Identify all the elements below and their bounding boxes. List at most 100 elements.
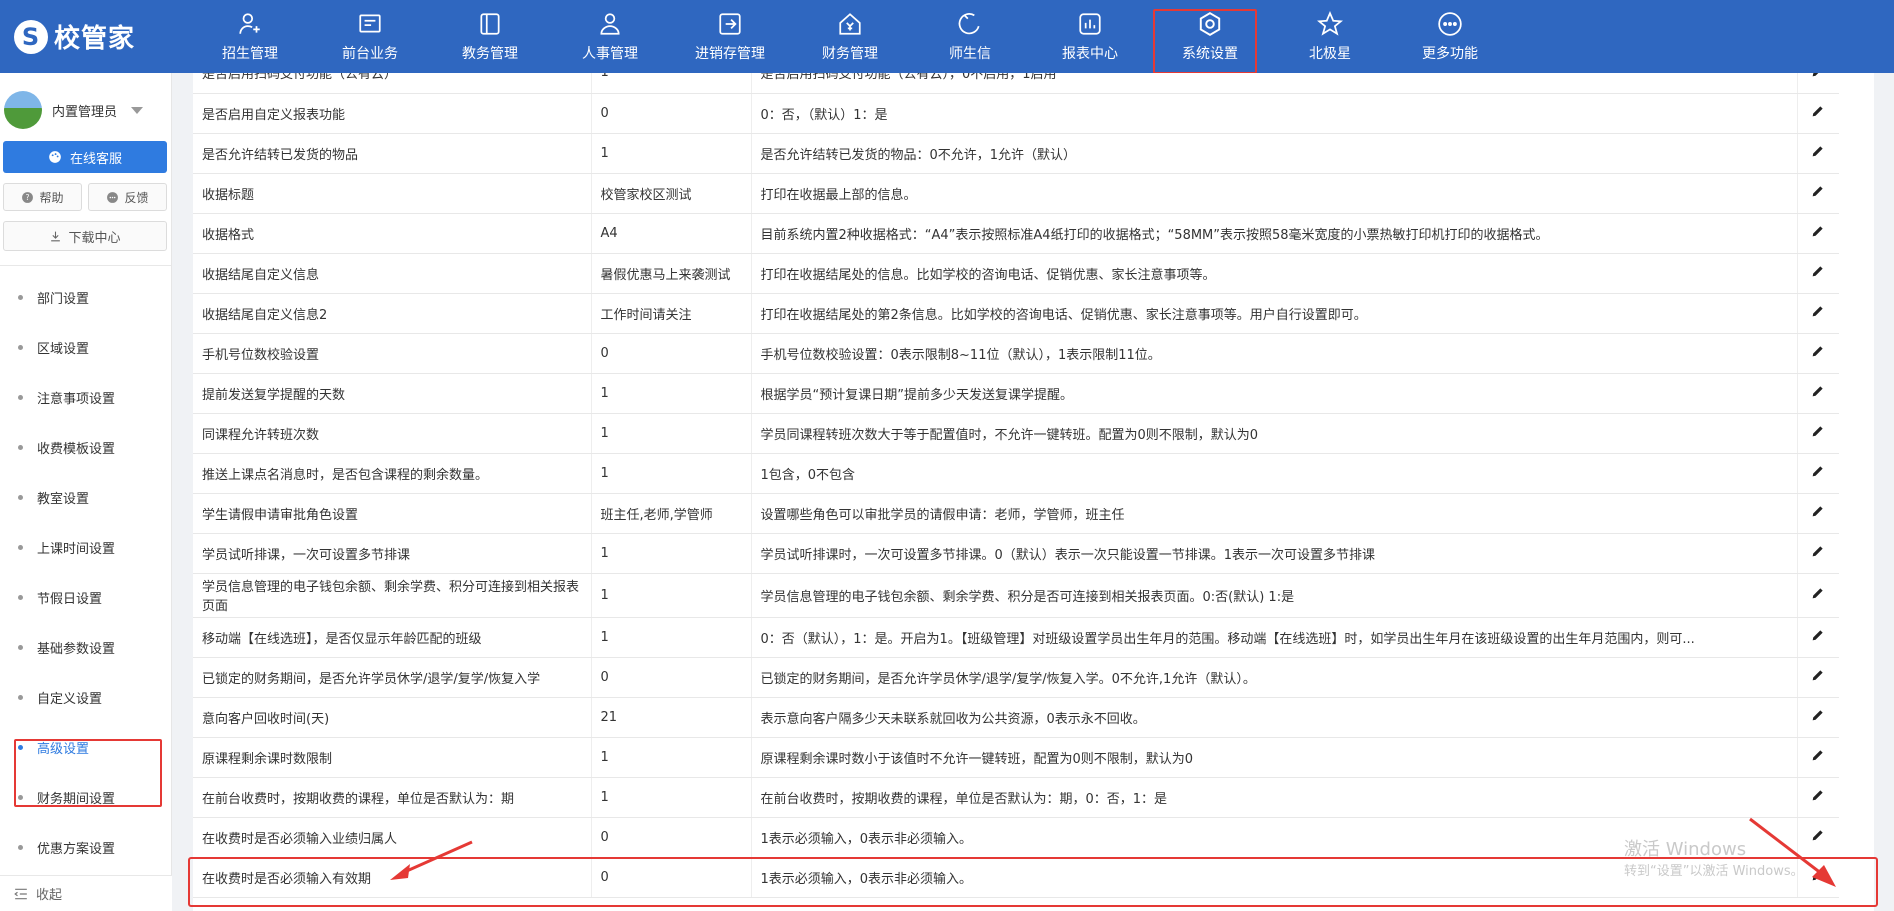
pencil-icon [1813,670,1823,681]
desk-icon [359,13,381,32]
edit-button[interactable] [1797,253,1839,294]
pencil-icon [1813,710,1823,721]
setting-value: 1 [591,737,752,778]
collapse-icon [14,888,27,899]
nav-item-reports[interactable]: 报表中心 [1030,0,1150,73]
pencil-icon [1813,146,1823,157]
sidebar-item-region[interactable]: 区域设置 [0,322,171,372]
setting-description: 在前台收费时，按期收费的课程，单位是否默认为：期，0：否，1：是 [751,777,1798,818]
setting-description: 学员试听排课时，一次可设置多节排课。0（默认）表示一次只能设置一节排课。1表示一… [751,533,1798,574]
edit-button[interactable] [1797,413,1839,454]
edit-button[interactable] [1797,173,1839,214]
setting-value: 0 [591,657,752,698]
nav-label: 师生信 [949,45,991,62]
nav-item-finance[interactable]: 财务管理 [790,0,910,73]
table-row: 同课程允许转班次数 1 学员同课程转班次数大于等于配置值时，不允许一键转班。配置为0… [193,413,1839,454]
edit-button[interactable] [1797,333,1839,374]
sidebar-item-basic-params[interactable]: 基础参数设置 [0,622,171,672]
edit-button[interactable] [1797,573,1839,618]
online-service-button[interactable]: 在线客服 [3,141,167,173]
edit-button[interactable] [1797,213,1839,254]
chevron-down-icon [131,106,144,114]
app-logo[interactable]: S 校管家 [0,0,180,73]
sidebar-item-label: 教室设置 [37,491,90,507]
pencil-icon [1813,306,1823,317]
edit-button[interactable] [1797,73,1839,94]
download-center-button[interactable]: 下载中心 [3,221,167,251]
edit-button[interactable] [1797,697,1839,738]
table-row: 是否启用扫码支付功能（公有云）1是否启用扫码支付功能（公有云），0不启用，1启用 [193,73,1839,94]
pencil-icon [1813,186,1823,197]
edit-button[interactable] [1797,453,1839,494]
setting-name: 是否启用自定义报表功能 [193,93,592,134]
edit-button[interactable] [1797,93,1839,134]
edit-button[interactable] [1797,657,1839,698]
sidebar-item-class-time[interactable]: 上课时间设置 [0,522,171,572]
setting-description: 根据学员“预计复课日期”提前多少天发送复课学提醒。 [751,373,1798,414]
setting-name: 原课程剩余课时数限制 [193,737,592,778]
edit-button[interactable] [1797,533,1839,574]
table-row: 收据结尾自定义信息2 工作时间请关注 打印在收据结尾处的第2条信息。比如学校的咨询电… [193,293,1839,334]
setting-value: 1 [591,573,752,618]
sidebar-item-label: 节假日设置 [37,591,103,607]
pencil-icon [1813,73,1819,76]
feedback-button[interactable]: 反馈 [88,183,167,211]
sidebar-item-label: 自定义设置 [37,691,103,707]
sidebar-item-department[interactable]: 部门设置 [0,272,171,322]
logo-icon: S [14,19,48,54]
setting-description: 是否启用扫码支付功能（公有云），0不启用，1启用 [751,73,1798,94]
edit-button[interactable] [1797,777,1839,818]
pencil-icon [1813,588,1823,599]
nav-item-more[interactable]: 更多功能 [1390,0,1510,73]
edit-button[interactable] [1797,737,1839,778]
setting-name: 学生请假申请审批角色设置 [193,493,592,534]
nav-item-message[interactable]: 师生信 [910,0,1030,73]
more-icon [1438,11,1462,36]
sidebar-item-label: 收费模板设置 [37,441,116,457]
help-button[interactable]: ? 帮助 [3,183,82,211]
nav-item-system-settings[interactable]: 系统设置 [1150,0,1270,74]
setting-name: 提前发送复学提醒的天数 [193,373,592,414]
user-profile[interactable]: 内置管理员 [0,73,171,139]
pencil-icon [1813,546,1823,557]
pencil-icon [1813,266,1823,277]
nav-label: 更多功能 [1422,45,1478,62]
edit-button[interactable] [1797,133,1839,174]
nav-label: 报表中心 [1062,45,1118,62]
top-navigation-bar: S 校管家 招生管理 前台业务 教务管理 人事管理 进销存管理 财务管理 师生信… [0,0,1894,74]
table-row: 学生请假申请审批角色设置 班主任,老师,学管师 设置哪些角色可以审批学员的请假申请：… [193,493,1839,534]
pencil-icon [1813,506,1823,517]
setting-name: 推送上课点名消息时，是否包含课程的剩余数量。 [193,453,592,494]
sidebar-item-classroom[interactable]: 教室设置 [0,472,171,522]
edit-button[interactable] [1797,373,1839,414]
main-nav: 招生管理 前台业务 教务管理 人事管理 进销存管理 财务管理 师生信 报表中心 [190,0,1510,74]
nav-item-frontdesk[interactable]: 前台业务 [310,0,430,73]
nav-item-academic[interactable]: 教务管理 [430,0,550,73]
nav-item-hr[interactable]: 人事管理 [550,0,670,73]
pencil-icon [1813,630,1823,641]
setting-value: 1 [591,533,752,574]
settings-table-body: 是否启用扫码支付功能（公有云）1是否启用扫码支付功能（公有云），0不启用，1启用… [193,73,1839,898]
edit-button[interactable] [1797,493,1839,534]
nav-item-polaris[interactable]: 北极星 [1270,0,1390,73]
sidebar-item-notes[interactable]: 注意事项设置 [0,372,171,422]
sidebar-divider [0,265,171,266]
sidebar-item-fee-template[interactable]: 收费模板设置 [0,422,171,472]
edit-button[interactable] [1797,293,1839,334]
download-center-label: 下载中心 [68,230,121,246]
sidebar-item-discount[interactable]: 优惠方案设置 [0,822,171,872]
sidebar-item-label: 优惠方案设置 [37,841,116,857]
edit-button[interactable] [1797,617,1839,658]
svg-text:?: ? [26,193,30,202]
nav-item-inventory[interactable]: 进销存管理 [670,0,790,73]
collapse-button[interactable]: 收起 [0,875,172,911]
sidebar-item-custom[interactable]: 自定义设置 [0,672,171,722]
nav-item-recruit[interactable]: 招生管理 [190,0,310,73]
palette-icon [49,151,61,163]
setting-value: 工作时间请关注 [591,293,752,334]
setting-description: 0：否（默认），1：是。开启为1。【班级管理】对班级设置学员出生年月的范围。移动… [751,617,1798,658]
setting-value: A4 [591,213,752,254]
sidebar-item-holiday[interactable]: 节假日设置 [0,572,171,622]
setting-name: 是否启用扫码支付功能（公有云） [193,73,592,94]
setting-description: 打印在收据结尾处的信息。比如学校的咨询电话、促销优惠、家长注意事项等。 [751,253,1798,294]
